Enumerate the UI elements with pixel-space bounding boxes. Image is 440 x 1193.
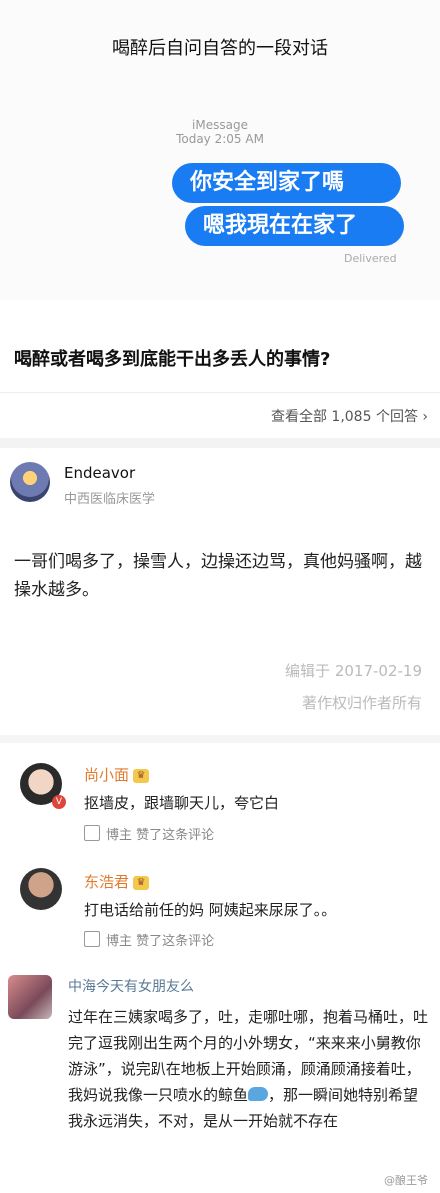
comment-text: 打电话给前任的妈 阿姨起来尿尿了。。 [84, 901, 337, 919]
imessage-label: iMessage [192, 118, 248, 132]
message-bubble-2: 嗯我現在在家了 [185, 206, 404, 246]
comment-meta: 博主 赞了这条评论 [84, 824, 214, 843]
delivered-status: Delivered [344, 252, 397, 265]
answer-body: 一哥们喝多了，操雪人，边操还边骂，真他妈骚啊，越操水越多。 [14, 552, 422, 600]
meme-title: 喝醉后自问自答的一段对话 [112, 38, 328, 59]
section-divider [0, 438, 440, 448]
author-name[interactable]: Endeavor [64, 464, 135, 482]
fan-badge-icon: ♛ [133, 875, 150, 890]
comment-author-name[interactable]: 东浩君 [84, 873, 129, 891]
author-avatar[interactable] [10, 462, 50, 502]
thumbs-up-icon [84, 931, 100, 947]
imessage-header: iMessage Today 2:05 AM [0, 118, 440, 146]
copyright-notice: 著作权归作者所有 [301, 694, 422, 712]
comment-avatar[interactable] [20, 868, 62, 910]
comment-meta: 博主 赞了这条评论 [84, 930, 214, 949]
edit-date: 编辑于 2017-02-19 [285, 662, 422, 680]
message-bubble-1: 你安全到家了嗎 [172, 163, 401, 203]
section-divider [0, 735, 440, 743]
imessage-time: Today 2:05 AM [176, 132, 264, 146]
question-title[interactable]: 喝醉或者喝多到底能干出多丢人的事情? [14, 345, 330, 371]
view-all-answers-link[interactable]: 查看全部 1,085 个回答 › [271, 406, 428, 426]
thumbs-up-icon [84, 825, 100, 841]
comment-meta-text: 博主 赞了这条评论 [106, 934, 215, 949]
vip-badge-icon: V [52, 795, 66, 809]
fan-badge-icon: ♛ [133, 768, 150, 783]
weibo-watermark: @酿王爷 [384, 1174, 428, 1187]
comment-text: 抠墙皮，跟墙聊天儿，夸它白 [84, 794, 280, 812]
whale-emoji-icon [248, 1087, 269, 1101]
comment-author[interactable]: 东浩君 ♛ [84, 871, 150, 892]
comment-avatar[interactable] [8, 975, 52, 1019]
comment-meta-text: 博主 赞了这条评论 [106, 828, 215, 843]
comment-author-name[interactable]: 尚小面 [84, 766, 129, 784]
comment-author[interactable]: 尚小面 ♛ [84, 764, 150, 785]
comment-author-name[interactable]: 中海今天有女朋友么 [68, 976, 194, 996]
comment-text: 过年在三姨家喝多了，吐，走哪吐哪，抱着马桶吐，吐完了逗我刚出生两个月的小外甥女，… [68, 1004, 428, 1134]
author-description: 中西医临床医学 [64, 492, 156, 507]
